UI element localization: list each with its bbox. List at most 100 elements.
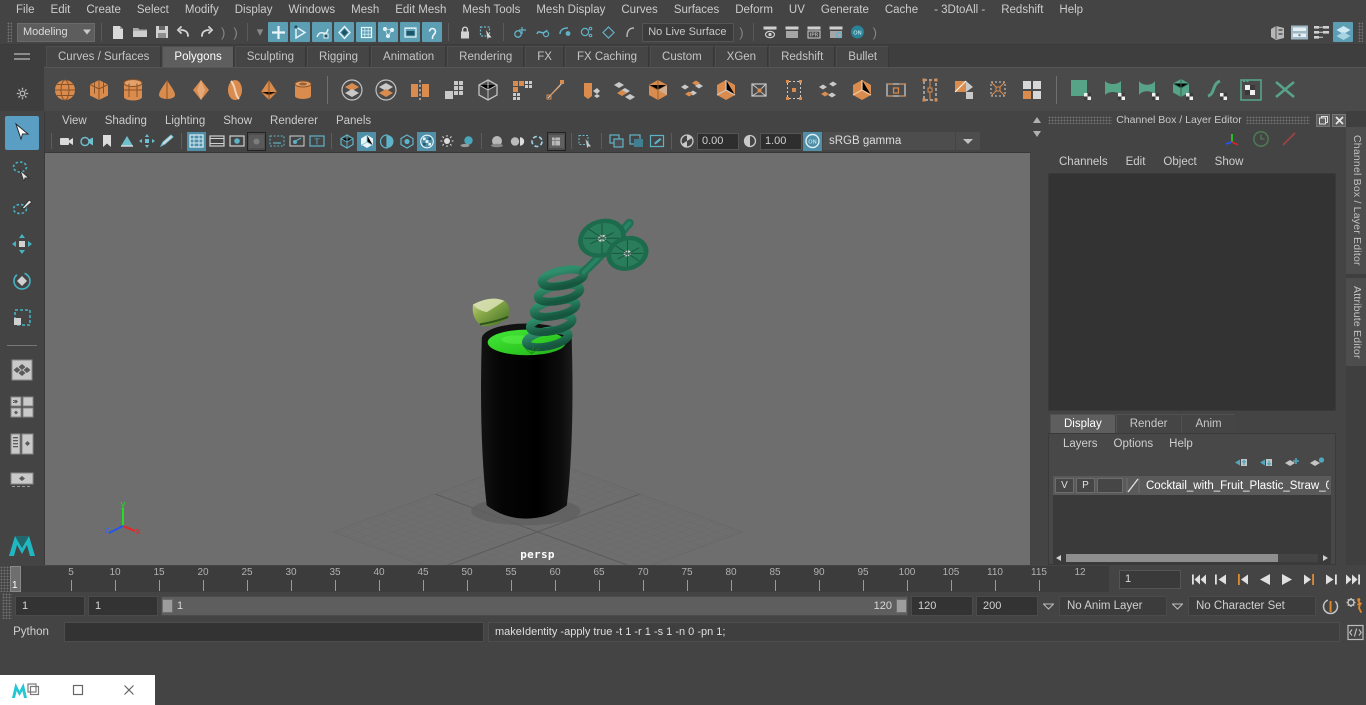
poly-separate-icon[interactable] (371, 74, 401, 106)
motion-blur-icon[interactable] (507, 132, 526, 151)
snap-to-view-plane-icon[interactable] (598, 22, 618, 42)
poly-boolean-icon[interactable] (473, 74, 503, 106)
snap-to-curve-icon[interactable] (532, 22, 552, 42)
menu-modify[interactable]: Modify (177, 2, 227, 18)
new-layer-icon[interactable] (1284, 456, 1300, 472)
channelbox-menu-channels[interactable]: Channels (1050, 155, 1117, 169)
menu-edit[interactable]: Edit (43, 2, 79, 18)
shelf-tab-xgen[interactable]: XGen (714, 46, 769, 67)
lasso-select-tool[interactable] (5, 153, 39, 187)
select-camera-icon[interactable] (57, 132, 76, 151)
channelbox-menu-show[interactable]: Show (1206, 155, 1253, 169)
current-time-indicator[interactable]: 1 (10, 566, 21, 592)
grease-pencil-icon[interactable] (157, 132, 176, 151)
animation-end-time-field[interactable]: 200 (976, 596, 1038, 616)
layer-list-horizontal-scrollbar[interactable] (1053, 552, 1331, 564)
tear-off-view-icon[interactable] (627, 132, 646, 151)
poly-extrude-icon[interactable] (575, 74, 605, 106)
time-slider-grip[interactable] (0, 566, 10, 592)
outliner-panel-icon[interactable] (1289, 22, 1309, 42)
layers-menu-options[interactable]: Options (1106, 437, 1162, 451)
snap-to-projected-icon[interactable] (576, 22, 596, 42)
move-layer-down-icon[interactable] (1259, 456, 1275, 472)
viewport-menu-shading[interactable]: Shading (96, 114, 156, 128)
shelf-tab-rendering[interactable]: Rendering (447, 46, 525, 67)
viewport-menu-show[interactable]: Show (214, 114, 261, 128)
texture-borders-icon[interactable]: T (307, 132, 326, 151)
gate-mask-icon[interactable] (247, 131, 266, 151)
uv-planar-map-icon[interactable] (881, 74, 911, 106)
wireframe-icon[interactable] (337, 132, 356, 151)
poly-extract-icon[interactable] (541, 74, 571, 106)
step-forward-frame-icon[interactable] (1299, 569, 1318, 589)
menu-uv[interactable]: UV (781, 2, 813, 18)
menu-set-selector[interactable]: Modeling (17, 22, 95, 42)
menu-mesh-tools[interactable]: Mesh Tools (454, 2, 528, 18)
axis-gizmo-icon[interactable] (1222, 130, 1242, 151)
poly-plane-icon[interactable] (220, 74, 250, 106)
attribute-editor-icon[interactable] (1333, 22, 1353, 42)
sculpt-plane-icon[interactable] (1066, 74, 1096, 106)
exposure-value-field[interactable]: 0.00 (697, 132, 739, 150)
smooth-shade-icon[interactable] (357, 131, 376, 151)
step-back-frame-icon[interactable] (1233, 569, 1252, 589)
poly-quad-draw-icon[interactable] (779, 74, 809, 106)
uv-automatic-map-icon[interactable] (949, 74, 979, 106)
poly-cone-icon[interactable] (152, 74, 182, 106)
poly-append-icon[interactable] (677, 74, 707, 106)
command-language-label[interactable]: Python (2, 626, 60, 638)
shelf-tab-redshift[interactable]: Redshift (769, 46, 836, 67)
layer-list[interactable]: V P Cocktail_with_Fruit_Plastic_Straw_00… (1053, 476, 1331, 564)
sculpt-image-icon[interactable] (1236, 74, 1266, 106)
select-region-icon[interactable] (577, 132, 596, 151)
step-back-keyframe-icon[interactable] (1211, 569, 1230, 589)
resolution-gate-icon[interactable] (227, 132, 246, 151)
exposure-icon[interactable] (677, 132, 696, 151)
vtab-attribute-editor[interactable]: Attribute Editor (1346, 277, 1366, 367)
tab-anim[interactable]: Anim (1181, 414, 1235, 433)
clock-icon[interactable] (1252, 130, 1270, 151)
shelf-tab-curves-surfaces[interactable]: Curves / Surfaces (46, 46, 162, 67)
move-tool[interactable] (5, 227, 39, 261)
close-icon[interactable] (1332, 113, 1346, 127)
xray-joints-icon[interactable] (287, 132, 306, 151)
shelf-tab-rigging[interactable]: Rigging (307, 46, 371, 67)
go-to-start-icon[interactable] (1189, 569, 1208, 589)
menu-3dtoall[interactable]: - 3DtoAll - (926, 2, 993, 18)
uv-contour-stretch-icon[interactable] (983, 74, 1013, 106)
layer-playback-toggle[interactable]: P (1076, 478, 1095, 493)
uv-cylindrical-map-icon[interactable] (915, 74, 945, 106)
shelf-tab-custom[interactable]: Custom (650, 46, 714, 67)
menu-curves[interactable]: Curves (613, 2, 665, 18)
shelf-tab-sculpting[interactable]: Sculpting (234, 46, 307, 67)
menu-file[interactable]: File (8, 2, 43, 18)
poly-target-weld-icon[interactable] (745, 74, 775, 106)
character-set-dropdown-icon[interactable] (1170, 596, 1185, 616)
poly-combine-icon[interactable] (337, 74, 367, 106)
quick-layout-persp-icon[interactable] (5, 464, 39, 498)
poly-multicut-icon[interactable] (711, 74, 741, 106)
new-layer-from-selected-icon[interactable] (1309, 456, 1325, 472)
save-scene-icon[interactable] (152, 22, 172, 42)
new-scene-icon[interactable] (108, 22, 128, 42)
ao-icon[interactable] (487, 132, 506, 151)
uv-sew-icon[interactable] (813, 74, 843, 106)
range-right-handle[interactable] (896, 599, 907, 613)
menu-redshift[interactable]: Redshift (993, 2, 1051, 18)
quick-layout-four-icon[interactable] (5, 390, 39, 424)
duplicate-view-icon[interactable] (607, 132, 626, 151)
panel-drag-handle[interactable] (1048, 116, 1113, 124)
scroll-down-arrow-icon[interactable] (1032, 129, 1042, 141)
hardware-texture-icon[interactable] (397, 132, 416, 151)
image-plane-icon[interactable] (117, 132, 136, 151)
playback-end-time-field[interactable]: 120 (911, 596, 973, 616)
hypershade-icon[interactable]: ON (848, 22, 868, 42)
bookmark-icon[interactable] (97, 132, 116, 151)
scroll-up-arrow-icon[interactable] (1032, 115, 1042, 127)
shelf-tab-fx-caching[interactable]: FX Caching (564, 46, 650, 67)
range-slider-grip[interactable] (2, 593, 12, 619)
menu-edit-mesh[interactable]: Edit Mesh (387, 2, 454, 18)
shelf-options-gear-icon[interactable] (16, 87, 29, 103)
sculpt-cube-icon[interactable] (1168, 74, 1198, 106)
menu-mesh[interactable]: Mesh (343, 2, 387, 18)
